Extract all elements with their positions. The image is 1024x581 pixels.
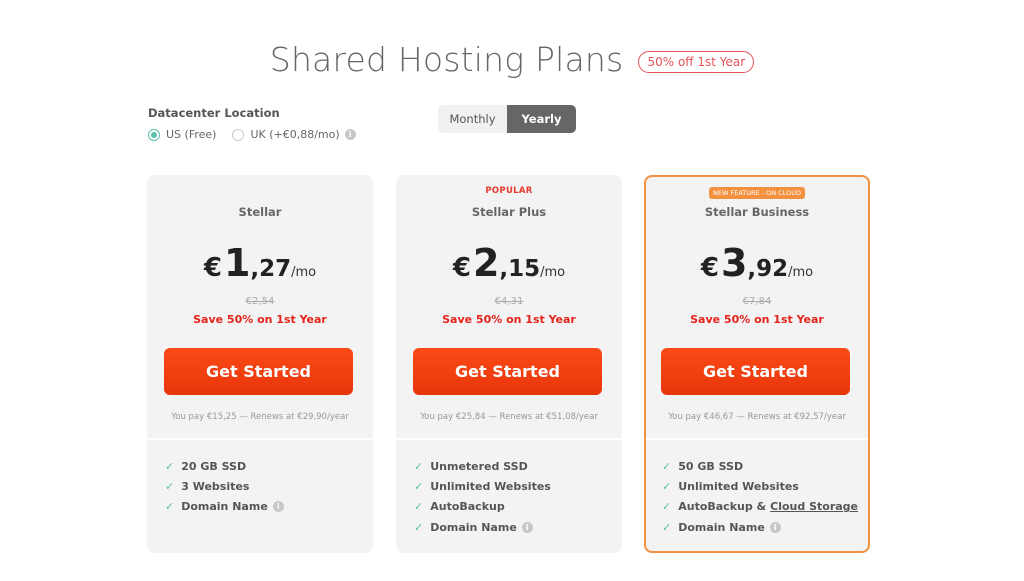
- title-row: Shared Hosting Plans 50% off 1st Year: [0, 40, 1024, 79]
- plan-price: € 1 ,27 /mo: [147, 241, 373, 285]
- price-decimal: ,92: [747, 256, 789, 282]
- price-decimal: ,15: [499, 256, 541, 282]
- renewal-text: You pay €15,25 — Renews at €29,90/year: [171, 412, 349, 422]
- feature-text: Domain Name: [430, 520, 517, 534]
- feature-text: Unlimited Websites: [430, 479, 551, 493]
- price-period: /mo: [291, 265, 317, 280]
- feature-item: ✓ AutoBackup & Cloud Storage: [662, 497, 858, 517]
- renewal-text: You pay €46,67 — Renews at €92,57/year: [668, 412, 846, 422]
- plan-price: € 3 ,92 /mo: [646, 241, 868, 285]
- get-started-button[interactable]: Get Started: [413, 348, 602, 395]
- datacenter-option-uk-label: UK (+€0,88/mo): [250, 128, 340, 141]
- price-period: /mo: [788, 265, 814, 280]
- feature-item: ✓ 50 GB SSD: [662, 456, 858, 476]
- feature-item: ✓ AutoBackup: [414, 497, 551, 517]
- check-icon: ✓: [414, 500, 424, 514]
- feature-item: ✓ Unlimited Websites: [662, 476, 858, 496]
- new-feature-tag: NEW FEATURE - ON CLOUD: [709, 187, 805, 199]
- save-text: Save 50% on 1st Year: [193, 313, 327, 326]
- cloud-storage-link[interactable]: Cloud Storage: [770, 500, 858, 513]
- page-title: Shared Hosting Plans: [269, 40, 624, 79]
- renewal-text: You pay €25,84 — Renews at €51,08/year: [420, 412, 598, 422]
- feature-item: ✓ Unmetered SSD: [414, 456, 551, 476]
- get-started-button[interactable]: Get Started: [164, 348, 353, 395]
- feature-text: Domain Name: [678, 520, 765, 534]
- price-decimal: ,27: [250, 256, 292, 282]
- info-icon[interactable]: i: [769, 521, 781, 533]
- divider: [646, 438, 868, 440]
- price-integer: 2: [472, 241, 500, 285]
- toggle-monthly[interactable]: Monthly: [438, 105, 507, 133]
- feature-list: ✓ Unmetered SSD ✓ Unlimited Websites ✓ Auto…: [414, 456, 551, 537]
- plan-name: Stellar: [238, 205, 282, 219]
- save-text: Save 50% on 1st Year: [442, 313, 576, 326]
- plan-card-stellar-business: NEW FEATURE - ON CLOUD Stellar Business …: [644, 175, 870, 553]
- check-icon: ✓: [414, 520, 424, 534]
- plan-card-stellar: Stellar € 1 ,27 /mo €2,54 Save 50% on 1s…: [147, 175, 373, 553]
- check-icon: ✓: [662, 479, 672, 493]
- feature-item: ✓ Domain Name i: [662, 517, 858, 537]
- feature-item: ✓ Unlimited Websites: [414, 476, 551, 496]
- check-icon: ✓: [414, 459, 424, 473]
- feature-text: 50 GB SSD: [678, 459, 744, 473]
- check-icon: ✓: [165, 479, 175, 493]
- price-integer: 1: [223, 241, 251, 285]
- toggle-yearly[interactable]: Yearly: [507, 105, 576, 133]
- feature-text: Unmetered SSD: [430, 459, 528, 473]
- check-icon: ✓: [662, 500, 672, 514]
- old-price: €2,54: [245, 296, 275, 307]
- get-started-button[interactable]: Get Started: [661, 348, 850, 395]
- divider: [396, 438, 622, 440]
- popular-tag: POPULAR: [485, 186, 533, 196]
- price-currency: €: [452, 253, 471, 283]
- check-icon: ✓: [165, 500, 175, 514]
- feature-list: ✓ 50 GB SSD ✓ Unlimited Websites ✓ AutoBack…: [662, 456, 858, 537]
- price-integer: 3: [720, 241, 748, 285]
- feature-text: 3 Websites: [181, 479, 250, 493]
- check-icon: ✓: [662, 520, 672, 534]
- billing-toggle: Monthly Yearly: [438, 105, 576, 133]
- price-currency: €: [203, 253, 222, 283]
- plan-name: Stellar Plus: [471, 205, 547, 219]
- old-price: €7,84: [742, 296, 772, 307]
- old-price: €4,31: [494, 296, 524, 307]
- plan-price: € 2 ,15 /mo: [396, 241, 622, 285]
- feature-item: ✓ Domain Name i: [414, 517, 551, 537]
- plan-name: Stellar Business: [704, 205, 810, 219]
- discount-badge: 50% off 1st Year: [638, 50, 755, 73]
- feature-item: ✓ Domain Name i: [165, 497, 284, 517]
- price-currency: €: [700, 253, 719, 283]
- feature-item: ✓ 3 Websites: [165, 476, 284, 496]
- feature-text: AutoBackup: [430, 500, 505, 514]
- datacenter-label: Datacenter Location: [148, 106, 280, 120]
- datacenter-option-us[interactable]: US (Free): [148, 128, 216, 141]
- feature-item: ✓ 20 GB SSD: [165, 456, 284, 476]
- feature-text: Domain Name: [181, 500, 268, 514]
- feature-list: ✓ 20 GB SSD ✓ 3 Websites ✓ Domain Name i: [165, 456, 284, 517]
- check-icon: ✓: [165, 459, 175, 473]
- datacenter-selector: Datacenter Location US (Free) UK (+€0,88…: [148, 106, 372, 141]
- datacenter-option-uk[interactable]: UK (+€0,88/mo) i: [232, 128, 356, 141]
- feature-text: AutoBackup &: [678, 500, 767, 514]
- datacenter-option-us-label: US (Free): [166, 128, 217, 141]
- price-period: /mo: [540, 265, 566, 280]
- radio-us[interactable]: [148, 128, 160, 141]
- save-text: Save 50% on 1st Year: [690, 313, 824, 326]
- plan-card-stellar-plus: POPULAR Stellar Plus € 2 ,15 /mo €4,31 S…: [396, 175, 622, 553]
- radio-uk[interactable]: [232, 128, 245, 141]
- feature-text: Unlimited Websites: [678, 479, 799, 493]
- check-icon: ✓: [662, 459, 672, 473]
- info-icon[interactable]: i: [521, 521, 533, 533]
- info-icon[interactable]: i: [344, 129, 356, 140]
- info-icon[interactable]: i: [272, 501, 284, 513]
- check-icon: ✓: [414, 479, 424, 493]
- feature-text: 20 GB SSD: [181, 459, 247, 473]
- divider: [147, 438, 373, 440]
